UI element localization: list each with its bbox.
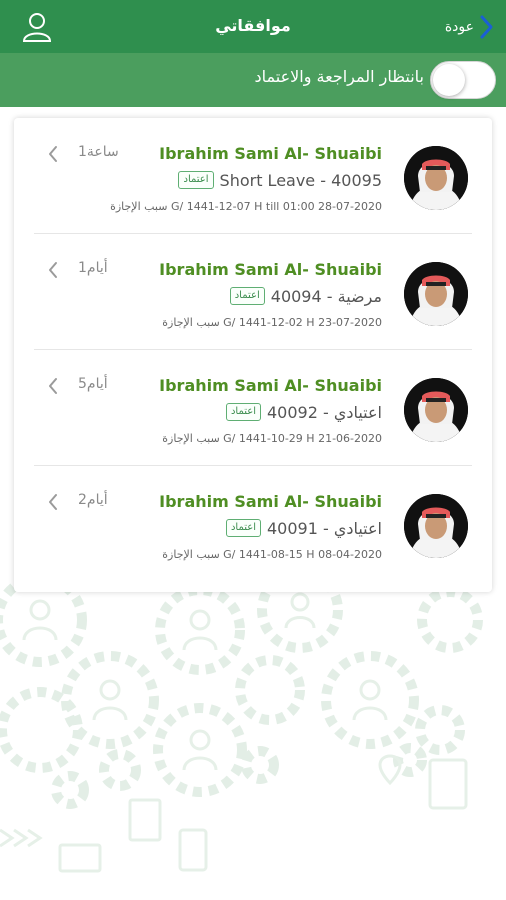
avatar-image [404, 378, 468, 442]
request-type-text: 40092 - اعتيادي [266, 402, 382, 422]
background-gears-decoration [0, 567, 483, 873]
back-button[interactable]: عودة [445, 14, 496, 40]
toggle-knob [433, 64, 465, 96]
approval-status-badge: اعتماد [229, 287, 265, 305]
employee-avatar [404, 378, 468, 442]
chevron-left-icon [49, 378, 57, 394]
elapsed-time: 2أيام [78, 492, 108, 508]
filter-bar: بانتظار المراجعة والاعتماد [0, 53, 506, 107]
approval-item[interactable]: Ibrahim Sami Al- Shuaibi Short Leave - 4… [14, 118, 492, 234]
employee-name: Ibrahim Sami Al- Shuaibi [159, 260, 382, 279]
employee-name: Ibrahim Sami Al- Shuaibi [159, 492, 382, 511]
request-type-text: Short Leave - 40095 [219, 170, 382, 190]
pending-filter-label: بانتظار المراجعة والاعتماد [254, 67, 424, 86]
elapsed-time: 5أيام [78, 376, 108, 392]
approval-item[interactable]: Ibrahim Sami Al- Shuaibi 40091 - اعتيادي… [14, 466, 492, 582]
employee-avatar [404, 262, 468, 326]
chevron-left-icon [49, 146, 57, 162]
request-summary: 40094 - مرضية اعتماد [229, 284, 382, 308]
approvals-list: Ibrahim Sami Al- Shuaibi Short Leave - 4… [14, 118, 492, 592]
chevron-left-icon [49, 494, 57, 510]
avatar-image [404, 146, 468, 210]
avatar-image [404, 262, 468, 326]
approval-item[interactable]: Ibrahim Sami Al- Shuaibi 40092 - اعتيادي… [14, 350, 492, 466]
approval-item[interactable]: Ibrahim Sami Al- Shuaibi 40094 - مرضية ا… [14, 234, 492, 350]
request-details: سبب الإجازة G/ 1441-12-02 H 23-07-2020 [162, 316, 382, 329]
approval-status-badge: اعتماد [225, 403, 261, 421]
chevron-left-icon [49, 262, 57, 278]
back-label: عودة [444, 19, 474, 35]
request-summary: Short Leave - 40095 اعتماد [178, 168, 382, 192]
request-type-text: 40091 - اعتيادي [266, 518, 382, 538]
request-details: سبب الإجازة G/ 1441-08-15 H 08-04-2020 [162, 548, 382, 561]
employee-name: Ibrahim Sami Al- Shuaibi [159, 376, 382, 395]
avatar-image [404, 494, 468, 558]
elapsed-time: 1أيام [78, 260, 108, 276]
pending-filter-toggle[interactable] [430, 61, 496, 99]
elapsed-time: 1ساعة [78, 144, 119, 160]
approval-status-badge: اعتماد [178, 171, 214, 189]
employee-avatar [404, 146, 468, 210]
request-details: سبب الإجازة G/ 1441-10-29 H 21-06-2020 [162, 432, 382, 445]
request-summary: 40092 - اعتيادي اعتماد [225, 400, 382, 424]
employee-avatar [404, 494, 468, 558]
approval-status-badge: اعتماد [225, 519, 261, 537]
request-details: سبب الإجازة G/ 1441-12-07 H till 01:00 2… [110, 200, 382, 213]
employee-name: Ibrahim Sami Al- Shuaibi [159, 144, 382, 163]
page-title: موافقاتي [215, 16, 291, 35]
request-summary: 40091 - اعتيادي اعتماد [225, 516, 382, 540]
request-type-text: 40094 - مرضية [270, 286, 382, 306]
chevron-right-icon [480, 15, 493, 39]
top-app-bar: موافقاتي عودة [0, 0, 506, 53]
